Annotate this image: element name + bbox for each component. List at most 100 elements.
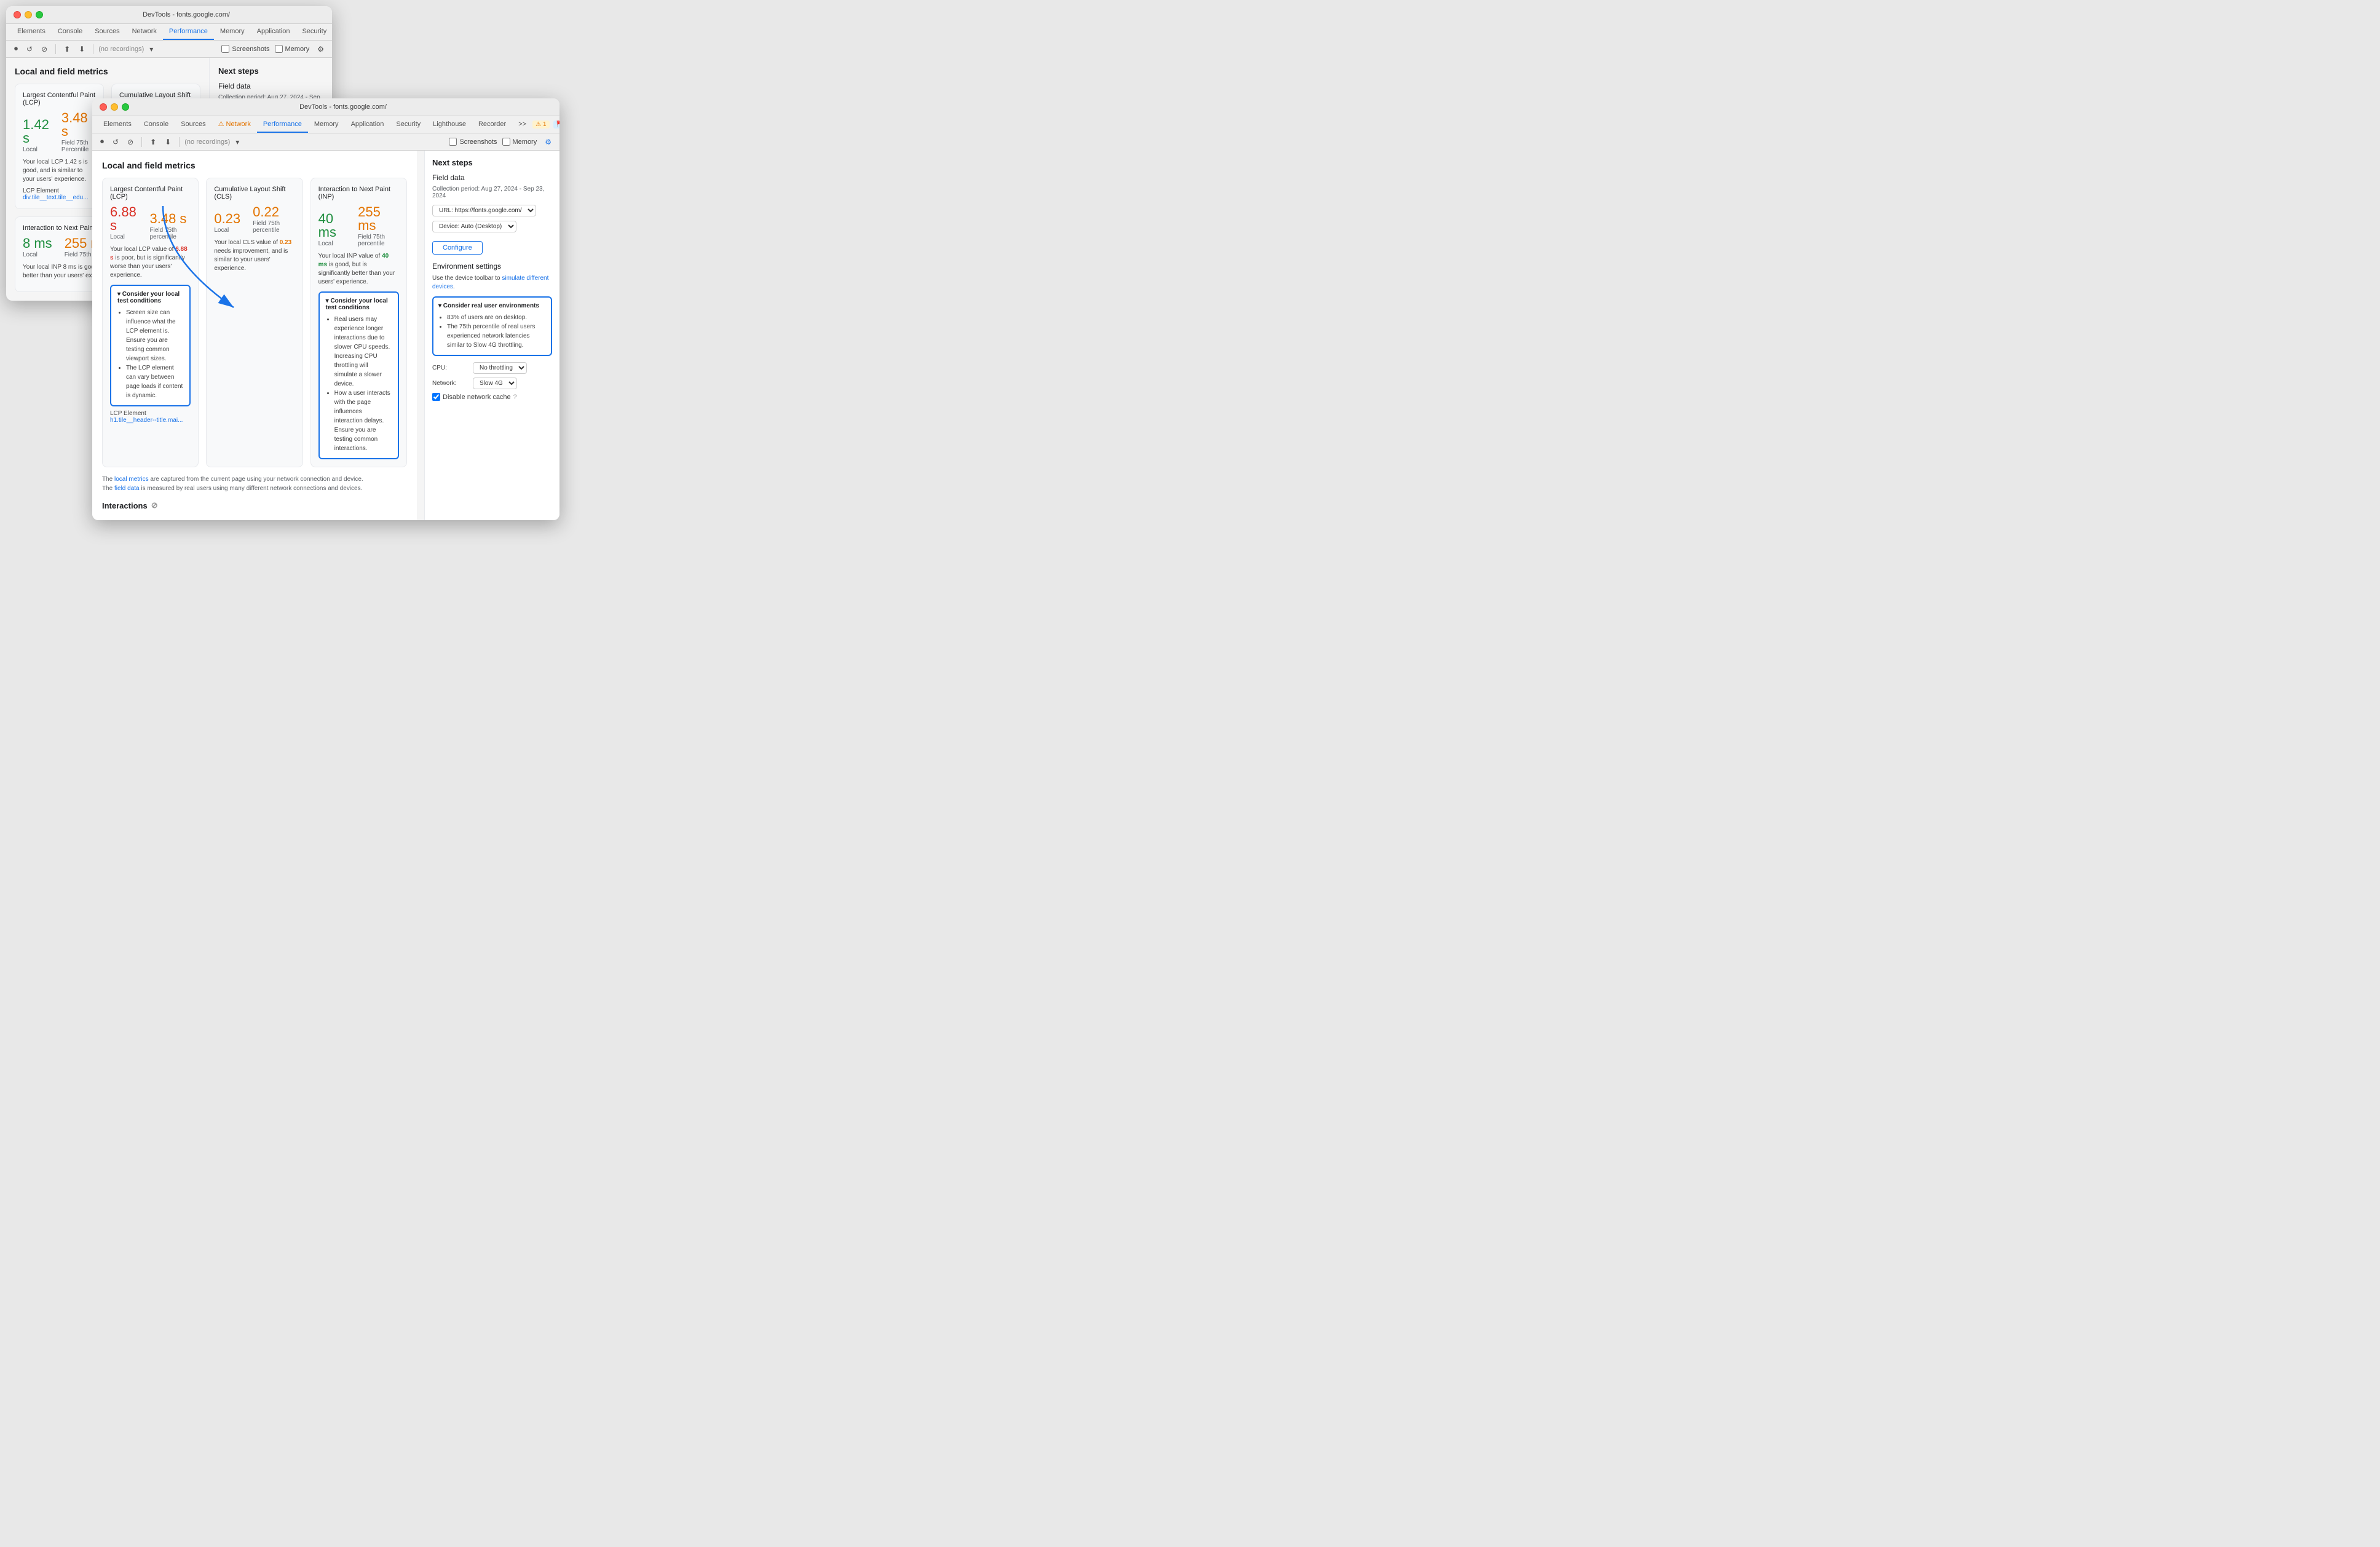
front-lcp-field-label: Field 75th percentile bbox=[149, 227, 191, 240]
back-tab-memory[interactable]: Memory bbox=[214, 24, 251, 40]
minimize-button[interactable] bbox=[25, 11, 32, 18]
back-settings-icon[interactable]: ⚙ bbox=[314, 44, 327, 55]
front-no-recordings: (no recordings) bbox=[184, 138, 230, 146]
front-cls-field-value: 0.22 bbox=[253, 205, 295, 219]
front-maximize-button[interactable] bbox=[122, 103, 129, 111]
front-toolbar-icons: ⏺ ↺ ⊘ ⬆ ⬇ (no recordings) ▾ bbox=[97, 136, 242, 148]
front-clear-btn[interactable]: ⊘ bbox=[124, 136, 136, 148]
front-network-select[interactable]: Slow 4G bbox=[473, 378, 517, 389]
front-tab-application[interactable]: Application bbox=[345, 117, 390, 133]
front-url-select[interactable]: URL: https://fonts.google.com/ bbox=[432, 205, 536, 216]
back-tab-application[interactable]: Application bbox=[251, 24, 296, 40]
front-lcp-consider-title: ▾ Consider your local test conditions bbox=[117, 291, 183, 304]
back-lcp-local: 1.42 s Local bbox=[23, 118, 49, 153]
back-lcp-field-value: 3.48 s bbox=[61, 111, 96, 138]
front-tab-bar: Elements Console Sources ⚠ Network Perfo… bbox=[92, 116, 559, 133]
front-content-layout: Local and field metrics Largest Contentf… bbox=[92, 151, 559, 520]
front-lcp-card: Largest Contentful Paint (LCP) 6.88 s Lo… bbox=[102, 178, 199, 467]
back-lcp-field-label: Field 75th Percentile bbox=[61, 140, 96, 153]
front-cls-desc: Your local CLS value of 0.23 needs impro… bbox=[214, 239, 295, 273]
front-lcp-element-link[interactable]: h1.tile__header--title.mai... bbox=[110, 417, 183, 424]
back-toolbar: ⏺ ↺ ⊘ ⬆ ⬇ (no recordings) ▾ Screenshots … bbox=[6, 41, 332, 58]
front-tab-elements[interactable]: Elements bbox=[97, 117, 138, 133]
front-field-data-link[interactable]: field data bbox=[114, 485, 140, 492]
front-cache-checkbox[interactable] bbox=[432, 393, 440, 401]
back-lcp-element-link[interactable]: div.tile__text.tile__edu... bbox=[23, 194, 89, 201]
front-close-button[interactable] bbox=[100, 103, 107, 111]
back-import-btn[interactable]: ⬇ bbox=[76, 44, 88, 55]
front-tab-network[interactable]: ⚠ Network bbox=[212, 116, 257, 133]
front-tab-recorder[interactable]: Recorder bbox=[472, 117, 512, 133]
front-lcp-local: 6.88 s Local bbox=[110, 205, 137, 240]
front-device-select[interactable]: Device: Auto (Desktop) bbox=[432, 221, 516, 232]
front-metrics-row: Largest Contentful Paint (LCP) 6.88 s Lo… bbox=[102, 178, 407, 467]
back-reload-btn[interactable]: ↺ bbox=[23, 44, 36, 55]
back-tab-elements[interactable]: Elements bbox=[11, 24, 52, 40]
front-inp-local: 40 ms Local bbox=[318, 212, 346, 247]
front-export-btn[interactable]: ⬆ bbox=[147, 136, 159, 148]
front-cls-local-label: Local bbox=[214, 227, 240, 234]
front-local-metrics-link[interactable]: local metrics bbox=[114, 476, 149, 483]
back-screenshots-check[interactable]: Screenshots bbox=[221, 45, 269, 53]
maximize-button[interactable] bbox=[36, 11, 43, 18]
front-inp-values: 40 ms Local 255 ms Field 75th percentile bbox=[318, 205, 399, 247]
front-import-btn[interactable]: ⬇ bbox=[162, 136, 174, 148]
front-cache-check[interactable]: Disable network cache ? bbox=[432, 393, 517, 401]
front-tab-security[interactable]: Security bbox=[390, 117, 427, 133]
back-tab-console[interactable]: Console bbox=[52, 24, 89, 40]
front-reload-btn[interactable]: ↺ bbox=[109, 136, 122, 148]
front-tab-console[interactable]: Console bbox=[138, 117, 175, 133]
front-titlebar: DevTools - fonts.google.com/ bbox=[92, 98, 559, 116]
back-recordings-dropdown[interactable]: ▾ bbox=[146, 44, 156, 55]
front-recordings-dropdown[interactable]: ▾ bbox=[232, 136, 242, 148]
front-inp-consider-box: ▾ Consider your local test conditions Re… bbox=[318, 291, 399, 459]
back-memory-check[interactable]: Memory bbox=[275, 45, 310, 53]
front-tab-more[interactable]: >> bbox=[512, 117, 532, 133]
front-inp-consider-item-1: Real users may experience longer interac… bbox=[334, 315, 392, 389]
front-lcp-consider-box: ▾ Consider your local test conditions Sc… bbox=[110, 285, 191, 406]
back-clear-btn[interactable]: ⊘ bbox=[38, 44, 50, 55]
back-inp-local-value: 8 ms bbox=[23, 237, 52, 250]
front-configure-btn[interactable]: Configure bbox=[432, 241, 483, 255]
front-footer-line1: The local metrics are captured from the … bbox=[102, 475, 407, 484]
front-footer-line2: The field data is measured by real users… bbox=[102, 484, 407, 493]
front-tab-performance[interactable]: Performance bbox=[257, 117, 308, 133]
front-screenshots-check[interactable]: Screenshots bbox=[449, 138, 497, 146]
back-tab-performance[interactable]: Performance bbox=[163, 24, 214, 40]
front-inp-consider-list: Real users may experience longer interac… bbox=[326, 315, 392, 453]
back-tab-security[interactable]: Security bbox=[296, 24, 332, 40]
front-network-warning-icon: ⚠ bbox=[218, 121, 226, 128]
front-toolbar: ⏺ ↺ ⊘ ⬆ ⬇ (no recordings) ▾ Screenshots … bbox=[92, 133, 559, 151]
front-lcp-title: Largest Contentful Paint (LCP) bbox=[110, 186, 191, 200]
front-flag-badge: 🚩 2 bbox=[553, 121, 559, 129]
front-record-btn[interactable]: ⏺ bbox=[97, 136, 107, 148]
front-settings-icon[interactable]: ⚙ bbox=[542, 136, 555, 148]
front-inp-local-value: 40 ms bbox=[318, 212, 346, 239]
back-tab-sources[interactable]: Sources bbox=[89, 24, 125, 40]
front-device-row: Device: Auto (Desktop) bbox=[432, 220, 552, 232]
front-lcp-local-label: Local bbox=[110, 234, 137, 240]
front-inp-consider-title: ▾ Consider your local test conditions bbox=[326, 298, 392, 311]
front-minimize-button[interactable] bbox=[111, 103, 118, 111]
back-tab-network[interactable]: Network bbox=[126, 24, 163, 40]
front-tab-lighthouse[interactable]: Lighthouse bbox=[427, 117, 472, 133]
back-titlebar: DevTools - fonts.google.com/ bbox=[6, 6, 332, 24]
back-no-recordings: (no recordings) bbox=[98, 46, 144, 53]
front-consider-real-box: ▾ Consider real user environments 83% of… bbox=[432, 296, 552, 356]
front-tab-memory[interactable]: Memory bbox=[308, 117, 345, 133]
front-cpu-select[interactable]: No throttling bbox=[473, 362, 527, 374]
front-interactions-icon: ⊘ bbox=[151, 501, 158, 510]
front-window: DevTools - fonts.google.com/ Elements Co… bbox=[92, 98, 559, 520]
front-lcp-field-value: 3.48 s bbox=[149, 212, 191, 226]
front-cls-field-label: Field 75th percentile bbox=[253, 220, 295, 234]
front-env-settings-title: Environment settings bbox=[432, 262, 552, 271]
front-memory-check[interactable]: Memory bbox=[502, 138, 537, 146]
front-consider-real-item-2: The 75th percentile of real users experi… bbox=[447, 322, 546, 350]
front-tab-sources[interactable]: Sources bbox=[175, 117, 212, 133]
back-lcp-element: LCP Element div.tile__text.tile__edu... bbox=[23, 188, 96, 201]
back-export-btn[interactable]: ⬆ bbox=[61, 44, 73, 55]
front-lcp-consider-list: Screen size can influence what the LCP e… bbox=[117, 308, 183, 400]
back-record-btn[interactable]: ⏺ bbox=[11, 43, 21, 55]
back-toolbar-right: Screenshots Memory ⚙ bbox=[221, 44, 327, 55]
close-button[interactable] bbox=[14, 11, 21, 18]
